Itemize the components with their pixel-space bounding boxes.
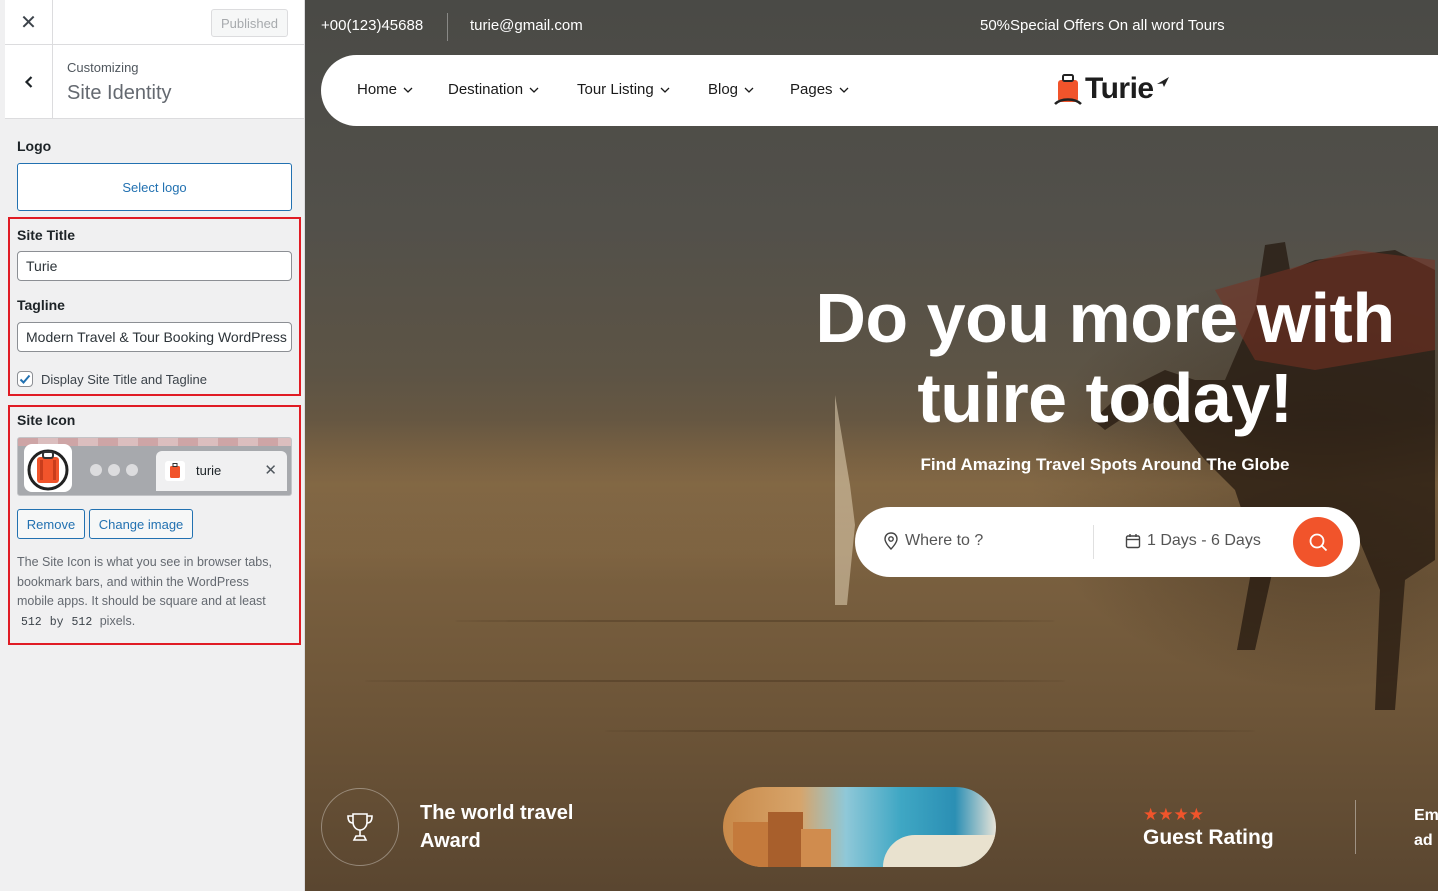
suitcase-icon — [1054, 74, 1082, 105]
nav-label: Blog — [708, 81, 739, 98]
customizing-label: Customizing — [67, 60, 139, 75]
award-badge — [321, 788, 399, 866]
nav-label: Tour Listing — [577, 81, 654, 98]
calendar-icon — [1125, 534, 1141, 549]
chevron-down-icon — [529, 87, 539, 93]
days-field[interactable]: 1 Days - 6 Days — [1125, 532, 1261, 550]
checkmark-icon — [19, 374, 31, 384]
code-512: 512 — [17, 613, 46, 631]
site-logo[interactable]: Turie — [1053, 72, 1170, 106]
topbar-email[interactable]: turie@gmail.com — [470, 17, 583, 34]
building — [801, 829, 831, 867]
display-title-label: Display Site Title and Tagline — [41, 372, 207, 387]
rating-stars: ★★★★ — [1143, 805, 1204, 824]
section-header: Customizing Site Identity — [5, 45, 304, 119]
site-title-label: Site Title — [17, 227, 76, 243]
code-by: by — [45, 613, 68, 631]
nav-label: Destination — [448, 81, 524, 98]
browser-tab-preview: turie ✕ — [156, 451, 287, 491]
remove-icon-button[interactable]: Remove — [17, 509, 85, 539]
award-line: The world travel — [420, 802, 574, 824]
nav-label: Pages — [790, 81, 833, 98]
suitcase-icon — [27, 449, 69, 491]
hero-title-line: tuire today! — [917, 359, 1293, 437]
building — [768, 812, 803, 867]
topbar-offer: 50%Special Offers On all word Tours — [980, 17, 1225, 34]
chevron-down-icon — [403, 87, 413, 93]
search-button[interactable] — [1293, 517, 1343, 567]
coastal-photo — [723, 787, 996, 867]
tour-search-bar: Where to ? 1 Days - 6 Days — [855, 507, 1360, 577]
app-icon-preview — [24, 444, 72, 492]
nav-item-pages[interactable]: Pages — [790, 81, 849, 98]
clipped-line: Em — [1414, 807, 1438, 824]
tagline-label: Tagline — [17, 297, 65, 313]
clipped-stat-text: Em ad — [1414, 803, 1438, 853]
code-512: 512 — [67, 613, 97, 631]
tagline-input[interactable]: Modern Travel & Tour Booking WordPress — [17, 322, 292, 352]
chevron-down-icon — [839, 87, 849, 93]
site-topbar: +00(123)45688 turie@gmail.com 50%Special… — [305, 0, 1438, 55]
days-value: 1 Days - 6 Days — [1147, 532, 1261, 549]
stat-divider — [1355, 800, 1356, 854]
favicon — [165, 461, 185, 481]
close-customizer-button[interactable]: ✕ — [5, 0, 53, 45]
topbar-divider — [447, 13, 448, 41]
plane-icon — [1156, 77, 1169, 87]
description-text: The Site Icon is what you see in browser… — [17, 555, 272, 608]
description-text: pixels. — [99, 613, 136, 628]
site-preview: +00(123)45688 turie@gmail.com 50%Special… — [305, 0, 1438, 891]
clipped-line: ad — [1414, 832, 1433, 849]
search-divider — [1093, 525, 1094, 559]
display-title-checkbox[interactable] — [17, 371, 33, 387]
hero-subtitle: Find Amazing Travel Spots Around The Glo… — [920, 455, 1290, 474]
site-navbar: Home Destination Tour Listing Blog Pages… — [321, 55, 1438, 126]
nav-label: Home — [357, 81, 398, 98]
browser-dots — [90, 464, 138, 476]
chevron-left-icon — [24, 75, 32, 88]
back-button[interactable] — [5, 45, 53, 118]
chevron-down-icon — [744, 87, 754, 93]
topbar-phone[interactable]: +00(123)45688 — [321, 17, 423, 34]
dot — [90, 464, 102, 476]
building — [733, 822, 773, 867]
close-icon: ✕ — [20, 12, 37, 34]
select-logo-button[interactable]: Select logo — [17, 163, 292, 211]
site-icon-description: The Site Icon is what you see in browser… — [17, 553, 287, 632]
guest-rating-label: Guest Rating — [1143, 826, 1274, 849]
award-text: The world travel Award — [420, 799, 573, 855]
search-icon — [1309, 533, 1328, 552]
customizer-sidebar: ✕ Published Customizing Site Identity Lo… — [0, 0, 305, 891]
dot — [108, 464, 120, 476]
change-image-button[interactable]: Change image — [89, 509, 193, 539]
logo-label: Logo — [17, 138, 52, 154]
nav-item-blog[interactable]: Blog — [708, 81, 754, 98]
location-pin-icon — [884, 532, 898, 550]
logo-text: Turie — [1085, 72, 1154, 105]
published-button[interactable]: Published — [211, 9, 288, 37]
section-title: Site Identity — [67, 82, 172, 104]
award-line: Award — [420, 830, 481, 852]
where-to-field[interactable]: Where to ? — [883, 532, 983, 550]
dot — [126, 464, 138, 476]
browser-tab-name: turie — [196, 463, 222, 478]
hero-title: Do you more with tuire today! — [745, 278, 1438, 438]
suitcase-icon — [170, 463, 180, 478]
close-icon: ✕ — [264, 462, 277, 479]
nav-item-tour-listing[interactable]: Tour Listing — [577, 81, 670, 98]
site-title-input[interactable]: Turie — [17, 251, 292, 281]
nav-item-home[interactable]: Home — [357, 81, 413, 98]
hero-title-line: Do you more with — [815, 279, 1395, 357]
where-to-placeholder: Where to ? — [905, 532, 984, 549]
customizer-header: ✕ Published — [5, 0, 304, 45]
site-icon-label: Site Icon — [17, 412, 76, 428]
site-icon-preview: turie ✕ — [17, 437, 292, 496]
trophy-icon — [347, 813, 373, 841]
chevron-down-icon — [660, 87, 670, 93]
nav-item-destination[interactable]: Destination — [448, 81, 539, 98]
beach — [883, 835, 996, 867]
